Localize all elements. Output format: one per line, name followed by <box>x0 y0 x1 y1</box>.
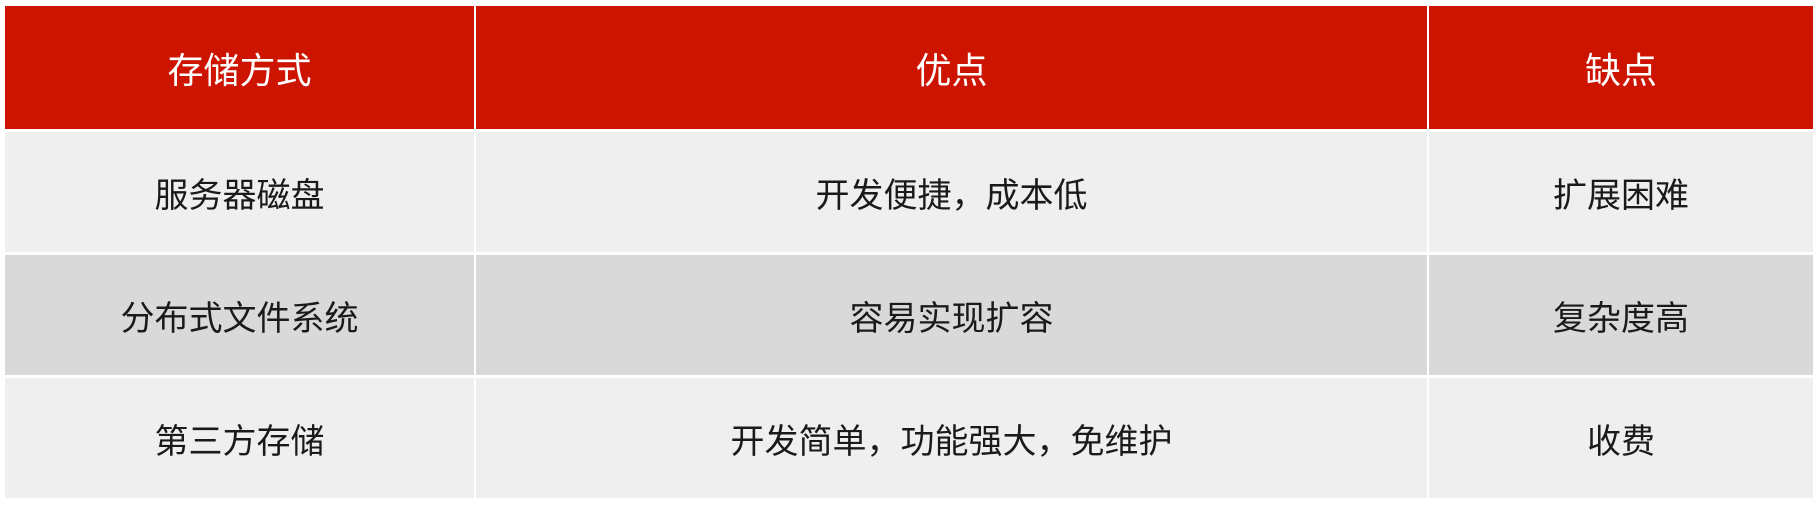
cell-method: 第三方存储 <box>5 376 476 498</box>
cell-pros: 开发便捷，成本低 <box>475 130 1429 255</box>
cell-pros: 容易实现扩容 <box>475 253 1429 378</box>
table-header: 存储方式 优点 缺点 <box>5 6 1813 132</box>
table-row: 第三方存储 开发简单，功能强大，免维护 收费 <box>5 376 1813 498</box>
header-storage-method: 存储方式 <box>5 6 476 132</box>
cell-cons: 复杂度高 <box>1428 253 1813 378</box>
table-body: 服务器磁盘 开发便捷，成本低 扩展困难 分布式文件系统 容易实现扩容 复杂度高 … <box>5 130 1813 498</box>
header-disadvantages: 缺点 <box>1428 6 1813 132</box>
table-row: 服务器磁盘 开发便捷，成本低 扩展困难 <box>5 130 1813 255</box>
cell-method: 分布式文件系统 <box>5 253 476 378</box>
table-row: 分布式文件系统 容易实现扩容 复杂度高 <box>5 253 1813 378</box>
cell-method: 服务器磁盘 <box>5 130 476 255</box>
comparison-table-frame: 存储方式 优点 缺点 服务器磁盘 开发便捷，成本低 扩展困难 分布式文件系统 容… <box>0 0 1820 516</box>
cell-cons: 扩展困难 <box>1428 130 1813 255</box>
storage-comparison-table: 存储方式 优点 缺点 服务器磁盘 开发便捷，成本低 扩展困难 分布式文件系统 容… <box>5 6 1813 498</box>
header-advantages: 优点 <box>475 6 1429 132</box>
cell-pros: 开发简单，功能强大，免维护 <box>475 376 1429 498</box>
header-row: 存储方式 优点 缺点 <box>5 6 1813 132</box>
cell-cons: 收费 <box>1428 376 1813 498</box>
